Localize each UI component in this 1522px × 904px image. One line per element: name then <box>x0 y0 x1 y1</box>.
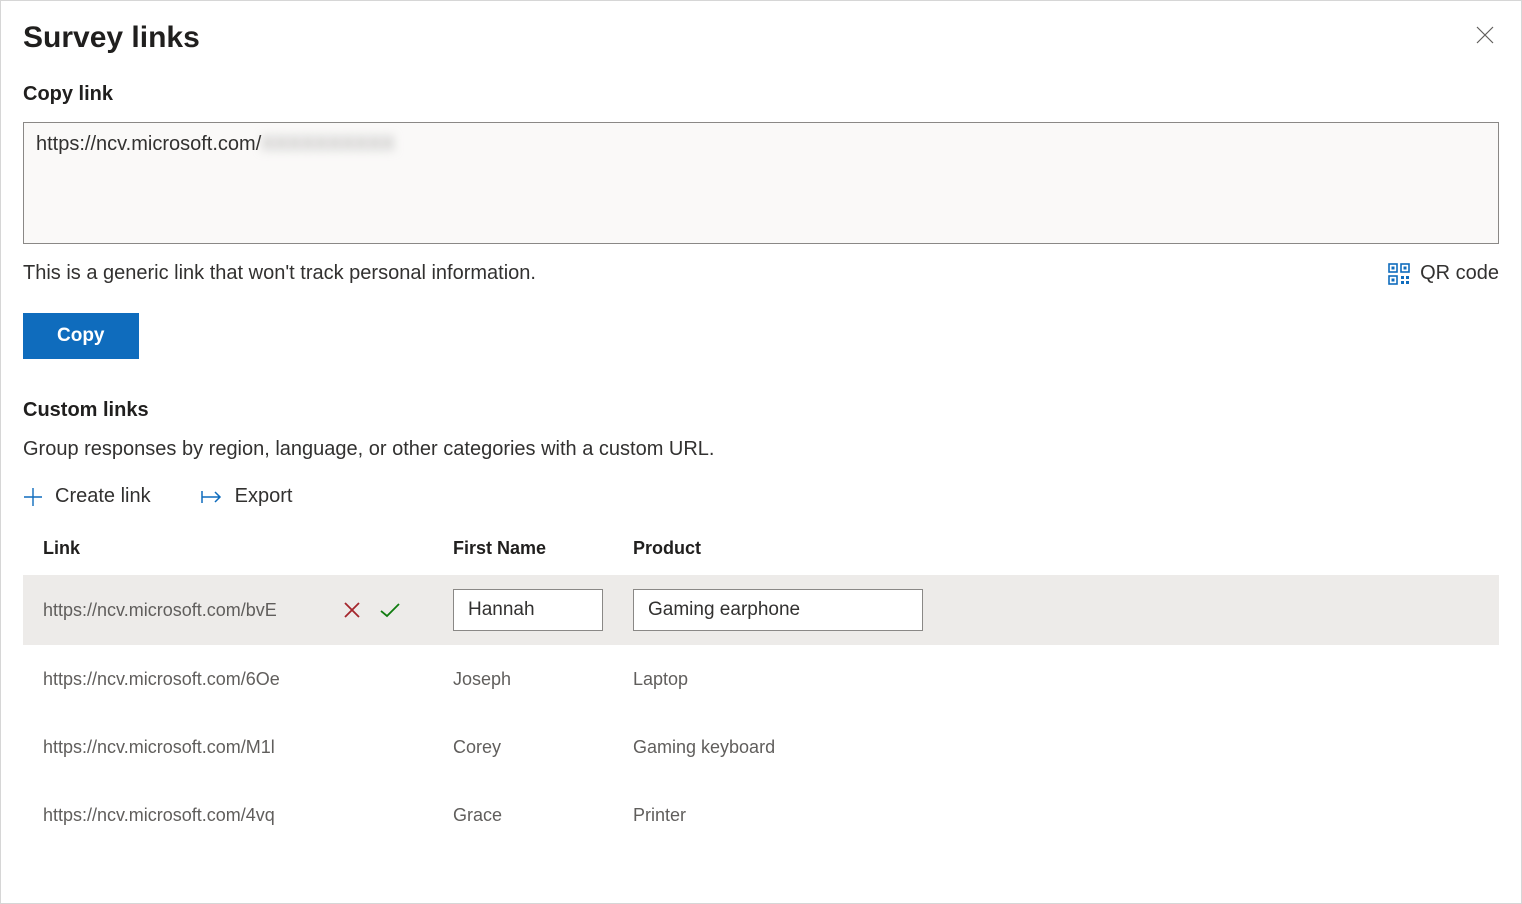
product-cell: Gaming keyboard <box>633 737 1479 758</box>
plus-icon <box>23 487 43 507</box>
column-header-link: Link <box>43 538 453 559</box>
survey-link-field[interactable]: https://ncv.microsoft.com/XXXXXXXXXX <box>23 122 1499 244</box>
panel-header: Survey links <box>23 21 1499 83</box>
product-cell <box>633 589 1479 631</box>
first-name-cell: Grace <box>453 805 633 826</box>
survey-link-prefix: https://ncv.microsoft.com/ <box>36 133 261 155</box>
survey-link-suffix-redacted: XXXXXXXXXX <box>261 133 394 155</box>
panel-title: Survey links <box>23 21 200 55</box>
table-row[interactable]: https://ncv.microsoft.com/M1l Corey Gami… <box>23 713 1499 781</box>
row-actions <box>343 601 453 619</box>
first-name-cell: Corey <box>453 737 633 758</box>
qr-code-icon <box>1388 263 1410 285</box>
custom-links-actions: Create link Export <box>23 485 1499 508</box>
close-icon <box>1476 26 1494 44</box>
custom-links-table: Link First Name Product https://ncv.micr… <box>23 538 1499 849</box>
column-header-first-name: First Name <box>453 538 633 559</box>
copy-link-heading: Copy link <box>23 83 1499 106</box>
first-name-cell <box>453 589 633 631</box>
custom-links-heading: Custom links <box>23 399 1499 422</box>
x-icon <box>343 601 361 619</box>
link-cell: https://ncv.microsoft.com/6Oe <box>43 669 343 690</box>
survey-links-panel: Survey links Copy link https://ncv.micro… <box>0 0 1522 904</box>
table-row[interactable]: https://ncv.microsoft.com/bvE <box>23 575 1499 645</box>
first-name-input[interactable] <box>453 589 603 631</box>
custom-links-description: Group responses by region, language, or … <box>23 438 1499 461</box>
first-name-cell: Joseph <box>453 669 633 690</box>
product-cell: Printer <box>633 805 1479 826</box>
table-row[interactable]: https://ncv.microsoft.com/6Oe Joseph Lap… <box>23 645 1499 713</box>
link-cell: https://ncv.microsoft.com/4vq <box>43 805 343 826</box>
qr-code-label: QR code <box>1420 262 1499 285</box>
copy-link-section: Copy link https://ncv.microsoft.com/XXXX… <box>23 83 1499 359</box>
confirm-edit-button[interactable] <box>379 601 401 619</box>
copy-button[interactable]: Copy <box>23 313 139 359</box>
generic-link-helper: This is a generic link that won't track … <box>23 262 536 285</box>
link-cell: https://ncv.microsoft.com/bvE <box>43 600 343 621</box>
product-input[interactable] <box>633 589 923 631</box>
custom-links-section: Custom links Group responses by region, … <box>23 399 1499 849</box>
create-link-button[interactable]: Create link <box>23 485 151 508</box>
table-header-row: Link First Name Product <box>23 538 1499 575</box>
check-icon <box>379 601 401 619</box>
create-link-label: Create link <box>55 485 151 508</box>
export-icon <box>201 488 223 506</box>
link-cell: https://ncv.microsoft.com/M1l <box>43 737 343 758</box>
qr-code-button[interactable]: QR code <box>1388 262 1499 285</box>
product-cell: Laptop <box>633 669 1479 690</box>
cancel-edit-button[interactable] <box>343 601 361 619</box>
table-row[interactable]: https://ncv.microsoft.com/4vq Grace Prin… <box>23 781 1499 849</box>
export-label: Export <box>235 485 293 508</box>
close-button[interactable] <box>1471 21 1499 49</box>
copy-link-subrow: This is a generic link that won't track … <box>23 262 1499 285</box>
export-button[interactable]: Export <box>201 485 293 508</box>
column-header-product: Product <box>633 538 1479 559</box>
